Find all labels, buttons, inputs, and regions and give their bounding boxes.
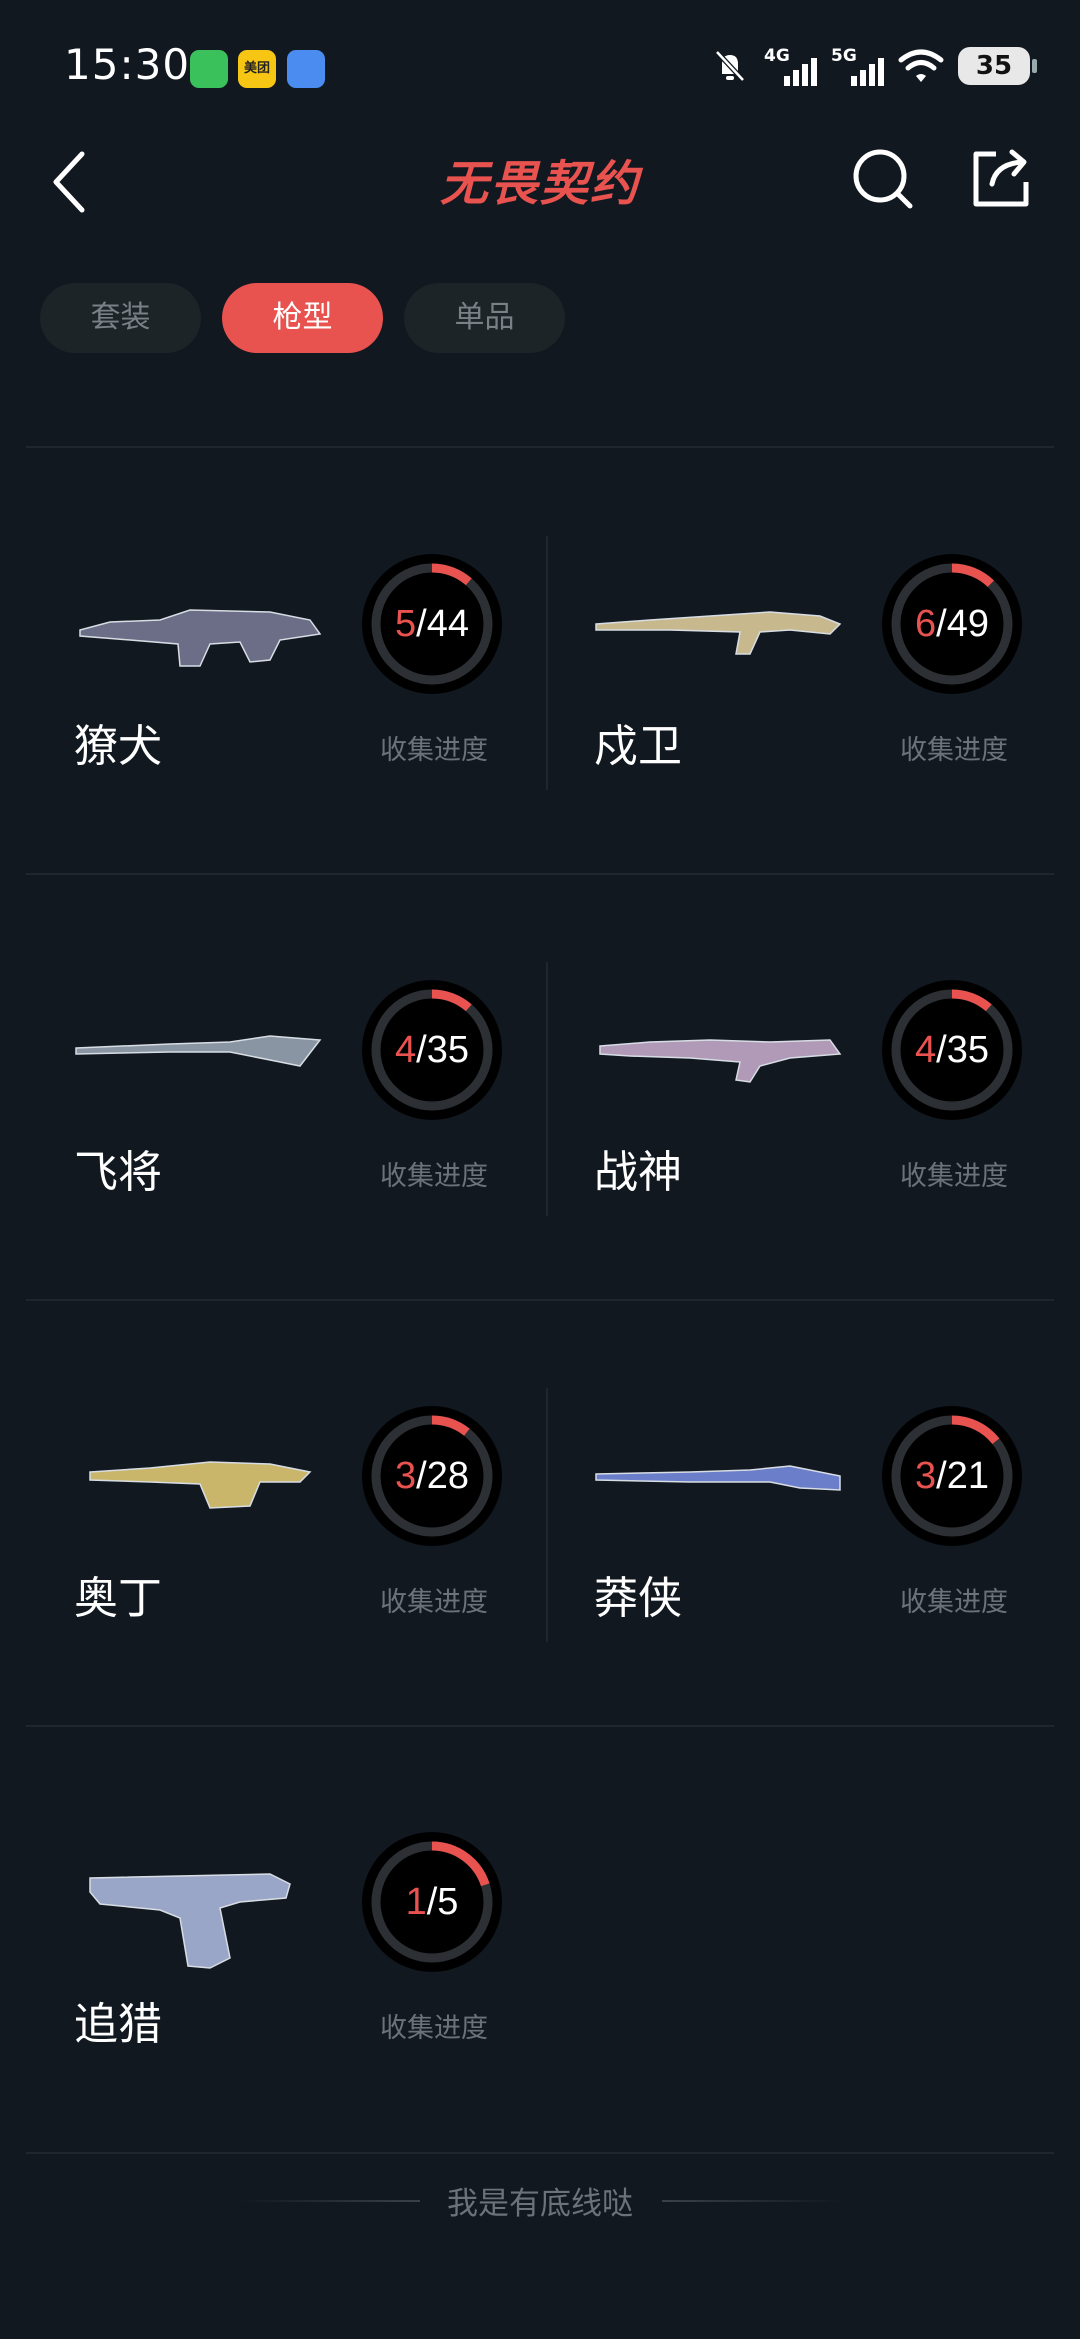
app-screen: 15:30 美团 4G 5G 35 无畏契约 套装 枪型 单品 獠犬 5 /44… [0,0,1080,2339]
weapon-name: 追猎 [74,1999,162,2050]
total-count: /35 [416,1028,469,1071]
collected-count: 1 [405,1880,427,1923]
network-4g-label: 4G [764,46,790,66]
weapon-card[interactable]: 飞将 4/35 收集进度 [26,966,546,1236]
search-icon [853,149,913,209]
total-count: /28 [416,1454,469,1497]
divider [26,1725,1054,1727]
progress-label: 收集进度 [380,735,488,766]
weapon-image [79,609,322,667]
mute-bell-icon [715,50,745,82]
progress-count: 1/5 [362,1832,502,1972]
wechat-icon [190,50,228,88]
weapon-image [75,1035,322,1067]
status-time: 15:30 [64,40,191,89]
collected-count: 6 [915,602,937,645]
footer-text: 我是有底线哒 [447,2186,633,2222]
collected-count: 4 [395,1028,417,1071]
share-button[interactable] [966,144,1036,214]
progress-label: 收集进度 [380,1587,488,1618]
weapon-image [89,1873,291,1969]
tab-weapon-types[interactable]: 枪型 [222,283,383,353]
meituan-icon: 美团 [238,50,276,88]
tab-bundles[interactable]: 套装 [40,283,201,353]
weapon-card[interactable]: 戍卫 6/49 收集进度 [546,540,1066,810]
progress-label: 收集进度 [380,1161,488,1192]
progress-label: 收集进度 [900,1587,1008,1618]
total-count: /35 [936,1028,989,1071]
network-5g-label: 5G [831,46,857,66]
weapon-card[interactable]: 莽侠 3/21 收集进度 [546,1392,1066,1662]
total-count: /44 [416,602,469,645]
progress-count: 4/35 [362,980,502,1120]
list-end-footer: 我是有底线哒 [0,2178,1080,2223]
weapon-image [595,611,842,655]
status-indicators: 4G 5G 35 [710,46,1037,86]
weapon-name: 战神 [594,1147,682,1198]
share-icon [973,149,1029,207]
weapon-card[interactable]: 战神 4/35 收集进度 [546,966,1066,1236]
progress-count: 6/49 [882,554,1022,694]
search-button[interactable] [848,144,918,214]
progress-count: 4/35 [882,980,1022,1120]
collected-count: 3 [915,1454,937,1497]
wifi-icon [898,49,944,82]
total-count: /5 [426,1880,459,1923]
weapon-card[interactable]: 追猎 1/5 收集进度 [26,1818,546,2088]
nav-bar: 无畏契约 [0,130,1080,230]
page-title: 无畏契约 [439,156,640,212]
divider [26,446,1054,448]
signal-5g: 5G [831,46,884,86]
status-bar: 15:30 美团 4G 5G 35 [0,0,1080,130]
collected-count: 4 [915,1028,937,1071]
footer-line-right [662,2200,842,2202]
weapon-card[interactable]: 奥丁 3/28 收集进度 [26,1392,546,1662]
weapon-name: 莽侠 [594,1573,682,1624]
category-tabs: 套装 枪型 单品 [40,283,565,353]
total-count: /21 [936,1454,989,1497]
weapon-name: 飞将 [74,1147,162,1198]
collected-count: 3 [395,1454,417,1497]
divider [26,873,1054,875]
weapon-card[interactable]: 獠犬 5/44 收集进度 [26,540,546,810]
weapon-image [599,1039,842,1083]
total-count: /49 [936,602,989,645]
progress-count: 3/28 [362,1406,502,1546]
progress-label: 收集进度 [900,1161,1008,1192]
weapon-name: 戍卫 [594,721,682,772]
collected-count: 5 [395,602,417,645]
progress-count: 3/21 [882,1406,1022,1546]
signal-4g: 4G [764,46,817,86]
weapon-image [89,1461,312,1509]
divider [26,1299,1054,1301]
battery-indicator: 35 [958,47,1037,85]
notification-app-icon [287,50,325,88]
progress-label: 收集进度 [900,735,1008,766]
progress-count: 5/44 [362,554,502,694]
weapon-name: 獠犬 [74,721,162,772]
progress-label: 收集进度 [380,2013,488,2044]
weapon-image [595,1465,841,1491]
footer-line-left [240,2200,420,2202]
divider [26,2152,1054,2154]
tab-items[interactable]: 单品 [404,283,565,353]
weapon-name: 奥丁 [74,1573,162,1624]
